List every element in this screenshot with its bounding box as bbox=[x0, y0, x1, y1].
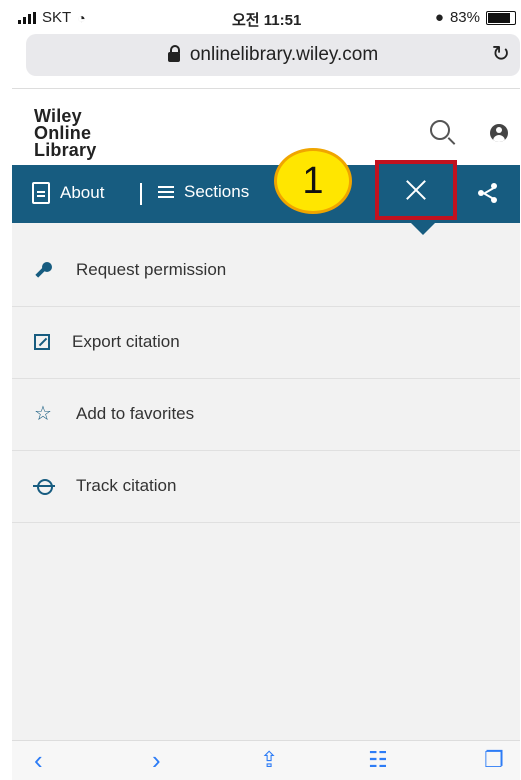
url-text: onlinelibrary.wiley.com bbox=[189, 44, 379, 65]
sections-label: Sections bbox=[184, 182, 250, 201]
close-button-highlight bbox=[375, 160, 457, 220]
user-account-icon[interactable] bbox=[490, 124, 508, 142]
tabs-icon[interactable]: ❐ bbox=[484, 747, 504, 773]
share-sheet-icon[interactable]: ⇪ bbox=[260, 747, 278, 773]
address-bar[interactable]: onlinelibrary.wiley.com ↻ bbox=[26, 34, 520, 76]
document-icon bbox=[32, 182, 50, 204]
bookmarks-icon[interactable]: ☷ bbox=[368, 747, 388, 773]
tools-menu: Request permission Export citation ☆ Add… bbox=[12, 223, 520, 740]
wiley-logo[interactable]: Wiley Online Library bbox=[34, 107, 97, 160]
battery-icon bbox=[486, 10, 516, 25]
wifi-icon: ◔ bbox=[77, 9, 86, 26]
close-icon bbox=[405, 179, 427, 201]
list-icon bbox=[158, 185, 174, 199]
sections-button[interactable]: Sections bbox=[158, 182, 249, 202]
back-icon[interactable]: ‹ bbox=[34, 747, 43, 773]
lock-icon bbox=[167, 45, 180, 62]
logo-line: Library bbox=[34, 140, 97, 160]
target-icon bbox=[33, 476, 55, 496]
nav-separator bbox=[140, 183, 142, 205]
divider bbox=[12, 88, 520, 89]
battery-percent: 83% bbox=[449, 9, 480, 26]
browser-toolbar: ‹ › ⇪ ☷ ❐ bbox=[12, 740, 520, 780]
forward-icon[interactable]: › bbox=[152, 747, 161, 773]
status-time: 오전 11:51 bbox=[232, 12, 302, 29]
status-bar: SKT ◔ 오전 11:51 ● 83% bbox=[12, 0, 520, 34]
menu-item-label: Export citation bbox=[72, 332, 180, 351]
star-icon: ☆ bbox=[34, 403, 52, 425]
phone-screen: SKT ◔ 오전 11:51 ● 83% onlinelibrary.wiley… bbox=[12, 0, 520, 780]
share-icon[interactable] bbox=[478, 183, 498, 203]
search-icon[interactable] bbox=[430, 120, 450, 140]
carrier-label: SKT bbox=[42, 9, 72, 26]
menu-item-label: Track citation bbox=[76, 476, 177, 495]
key-icon bbox=[34, 260, 54, 280]
reload-icon[interactable]: ↻ bbox=[492, 41, 510, 67]
alarm-icon: ● bbox=[434, 9, 444, 26]
external-link-icon bbox=[34, 334, 50, 350]
menu-item-label: Add to favorites bbox=[76, 404, 195, 423]
signal-icon bbox=[18, 11, 36, 24]
close-button[interactable] bbox=[379, 164, 453, 216]
about-button[interactable]: About bbox=[32, 182, 104, 204]
menu-pointer bbox=[410, 222, 436, 235]
menu-item-label: Request permission bbox=[76, 260, 227, 279]
export-citation-item[interactable]: Export citation bbox=[12, 306, 520, 379]
track-citation-item[interactable]: Track citation bbox=[12, 450, 520, 523]
about-label: About bbox=[60, 183, 105, 202]
request-permission-item[interactable]: Request permission bbox=[12, 234, 520, 307]
add-to-favorites-item[interactable]: ☆ Add to favorites bbox=[12, 378, 520, 451]
step-number-badge: 1 bbox=[274, 148, 352, 214]
